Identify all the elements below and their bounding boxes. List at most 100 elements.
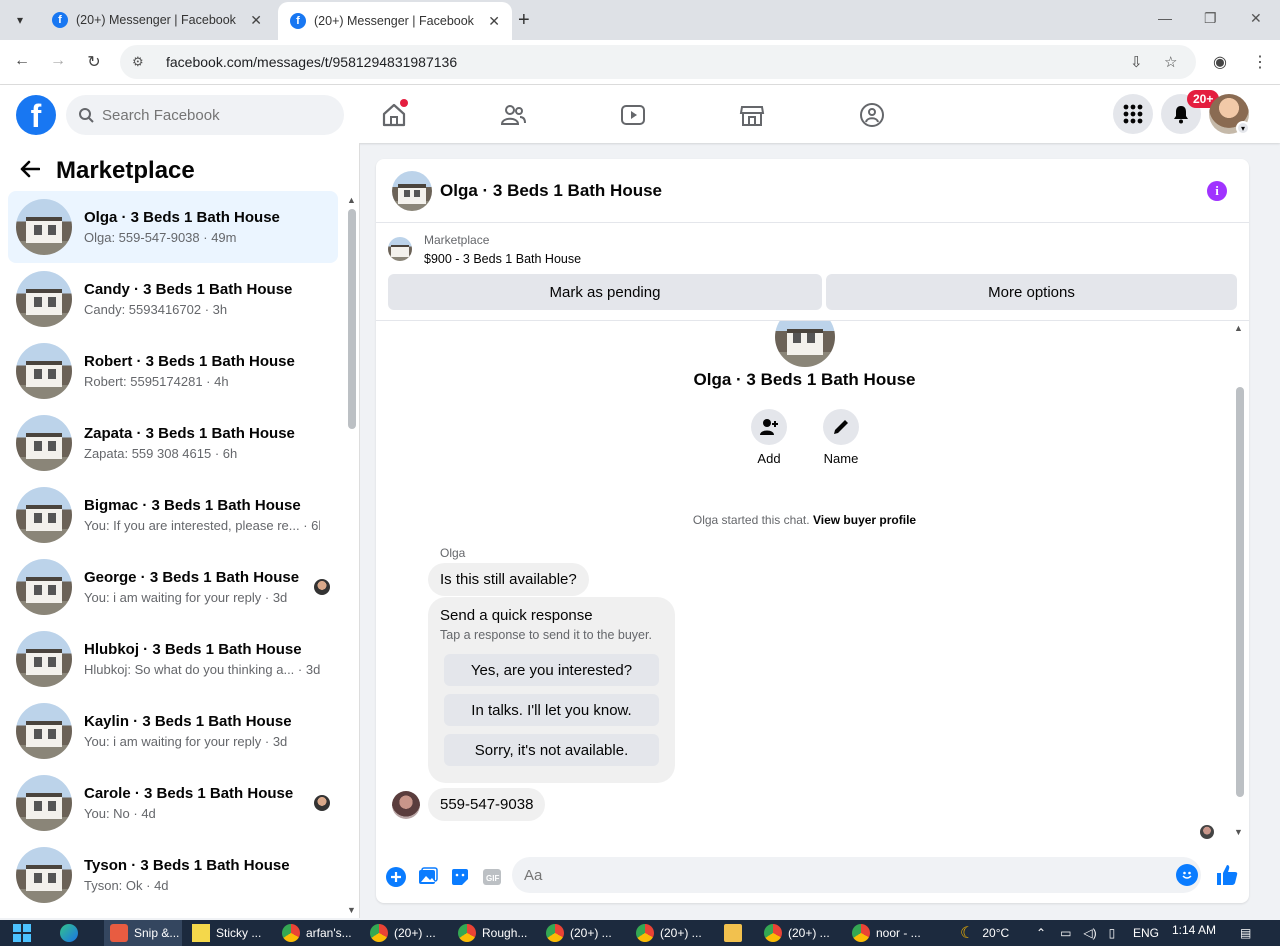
bookmark-star-icon[interactable]: ☆	[1164, 45, 1177, 79]
pencil-icon[interactable]	[823, 409, 859, 445]
facebook-favicon-icon: f	[52, 12, 68, 28]
back-icon[interactable]: ←	[12, 52, 32, 70]
conversation-name: Hlubkoj · 3 Beds 1 Bath House	[84, 641, 302, 658]
file-explorer-icon[interactable]	[724, 920, 748, 946]
search-box[interactable]	[66, 95, 344, 135]
conversation-item[interactable]: Zapata · 3 Beds 1 Bath House Zapata: 559 …	[8, 407, 338, 479]
sender-avatar[interactable]	[392, 791, 420, 819]
chrome-icon	[546, 924, 564, 942]
clock[interactable]: 1:14 AM	[1172, 920, 1216, 946]
scroll-up-icon[interactable]: ▲	[347, 195, 356, 205]
sidebar-scrollbar[interactable]	[348, 209, 356, 429]
marketplace-icon[interactable]	[738, 101, 766, 129]
tab-search-button[interactable]: ▾	[8, 8, 32, 32]
browser-tab-1[interactable]: f (20+) Messenger | Facebook ✕	[40, 0, 274, 40]
tab-close-icon[interactable]: ✕	[250, 12, 262, 29]
new-tab-button[interactable]: +	[518, 8, 530, 32]
video-icon[interactable]	[619, 101, 647, 129]
search-input[interactable]	[102, 106, 322, 124]
language-indicator[interactable]: ENG	[1133, 920, 1159, 946]
close-window-icon[interactable]: ✕	[1250, 10, 1262, 27]
chat-title[interactable]: Olga · 3 Beds 1 Bath House	[440, 181, 662, 201]
site-info-icon[interactable]: ⚙	[132, 54, 150, 70]
message-input[interactable]	[512, 857, 1201, 893]
listing-label: Marketplace	[424, 233, 490, 247]
browser-tab-2[interactable]: f (20+) Messenger | Facebook ✕	[278, 2, 512, 40]
facebook-logo[interactable]: f	[16, 95, 56, 135]
tab-close-icon[interactable]: ✕	[488, 13, 500, 30]
mark-as-pending-button[interactable]: Mark as pending	[388, 274, 822, 310]
taskbar-item[interactable]: (20+) ...	[370, 920, 436, 946]
friends-icon[interactable]	[499, 101, 527, 129]
scroll-down-icon[interactable]: ▼	[1234, 827, 1243, 837]
listing-thumbnail	[16, 847, 72, 903]
taskbar-item[interactable]: arfan's...	[282, 920, 352, 946]
network-icon[interactable]: ▭	[1060, 926, 1071, 940]
scroll-up-icon[interactable]: ▲	[1234, 323, 1243, 333]
forward-icon[interactable]: →	[48, 52, 68, 70]
conversation-item[interactable]: Olga · 3 Beds 1 Bath House Olga: 559-547-…	[8, 191, 338, 263]
sticky-notes-icon	[192, 924, 210, 942]
more-options-button[interactable]: More options	[826, 274, 1237, 310]
gif-icon[interactable]: GIF	[480, 865, 504, 889]
add-person-icon[interactable]	[751, 409, 787, 445]
taskbar-item[interactable]: noor - ...	[852, 920, 921, 946]
back-arrow-icon[interactable]	[20, 158, 41, 184]
taskbar-item[interactable]: Snip &...	[104, 920, 182, 946]
listing-summary[interactable]: Marketplace $900 - 3 Beds 1 Bath House	[388, 233, 581, 266]
name-action[interactable]: Name	[811, 409, 871, 466]
quick-reply-not-available-button[interactable]: Sorry, it's not available.	[444, 734, 659, 766]
url-bar[interactable]: ⚙ facebook.com/messages/t/95812948319871…	[120, 45, 1196, 79]
conversation-item[interactable]: Robert · 3 Beds 1 Bath House Robert: 5595…	[8, 335, 338, 407]
chevron-down-icon[interactable]: ▾	[1236, 121, 1250, 135]
restore-icon[interactable]: ❐	[1204, 10, 1217, 27]
conversation-item[interactable]: George · 3 Beds 1 Bath House You: i am wa…	[8, 551, 338, 623]
install-icon[interactable]: ⇩	[1130, 45, 1143, 79]
message-scrollbar[interactable]	[1236, 387, 1244, 797]
conversation-name: Tyson · 3 Beds 1 Bath House	[84, 857, 290, 874]
emoji-icon[interactable]	[1176, 864, 1198, 886]
snip-icon	[110, 924, 128, 942]
windows-start-icon[interactable]	[12, 920, 32, 946]
reload-icon[interactable]: ↻	[84, 52, 104, 72]
notification-center-icon[interactable]: ▤	[1240, 920, 1251, 946]
apps-menu-button[interactable]	[1113, 94, 1153, 134]
conversation-item[interactable]: Bigmac · 3 Beds 1 Bath House You: If you …	[8, 479, 338, 551]
conversation-item[interactable]: Hlubkoj · 3 Beds 1 Bath House Hlubkoj: So…	[8, 623, 338, 695]
thumbs-up-icon[interactable]	[1215, 863, 1239, 892]
battery-icon[interactable]: ▯	[1109, 926, 1116, 940]
taskbar-item[interactable]: Rough...	[458, 920, 527, 946]
listing-thumbnail	[16, 415, 72, 471]
profile-icon[interactable]: ◉	[1213, 52, 1227, 72]
quick-reply-in-talks-button[interactable]: In talks. I'll let you know.	[444, 694, 659, 726]
listing-thumbnail	[16, 775, 72, 831]
chrome-menu-icon[interactable]: ⋮	[1252, 52, 1268, 72]
groups-icon[interactable]	[858, 101, 886, 129]
photo-icon[interactable]	[416, 865, 440, 889]
taskbar-item[interactable]: (20+) ...	[546, 920, 612, 946]
tray-icons[interactable]: ⌃ ▭ ◁) ▯	[1036, 920, 1115, 946]
listing-thumbnail[interactable]	[392, 170, 432, 211]
minimize-icon[interactable]: —	[1158, 10, 1172, 26]
conversation-name: Candy · 3 Beds 1 Bath House	[84, 281, 293, 298]
plus-icon[interactable]	[384, 865, 408, 889]
conversation-item[interactable]: Carole · 3 Beds 1 Bath House You: No · 4d	[8, 767, 338, 839]
scroll-down-icon[interactable]: ▼	[347, 905, 356, 915]
conversation-item[interactable]: Kaylin · 3 Beds 1 Bath House You: i am wa…	[8, 695, 338, 767]
taskbar-item[interactable]: Sticky ...	[192, 920, 261, 946]
volume-icon[interactable]: ◁)	[1083, 926, 1096, 940]
add-action[interactable]: Add	[739, 409, 799, 466]
quick-reply-yes-button[interactable]: Yes, are you interested?	[444, 654, 659, 686]
taskbar-item[interactable]: (20+) ...	[636, 920, 702, 946]
conversation-item[interactable]: Candy · 3 Beds 1 Bath House Candy: 559341…	[8, 263, 338, 335]
view-buyer-profile-link[interactable]: View buyer profile	[813, 513, 916, 527]
sticker-icon[interactable]	[448, 865, 472, 889]
conversation-preview: Robert: 5595174281 · 4h	[84, 374, 229, 389]
weather-widget[interactable]: ☾ 20°C	[960, 920, 1009, 946]
chevron-up-icon[interactable]: ⌃	[1036, 926, 1046, 940]
info-icon[interactable]: i	[1207, 181, 1227, 201]
edge-icon[interactable]	[60, 920, 84, 946]
taskbar-item[interactable]: (20+) ...	[764, 920, 830, 946]
conversation-name: George · 3 Beds 1 Bath House	[84, 569, 300, 586]
conversation-item[interactable]: Tyson · 3 Beds 1 Bath House Tyson: Ok · 4…	[8, 839, 338, 911]
